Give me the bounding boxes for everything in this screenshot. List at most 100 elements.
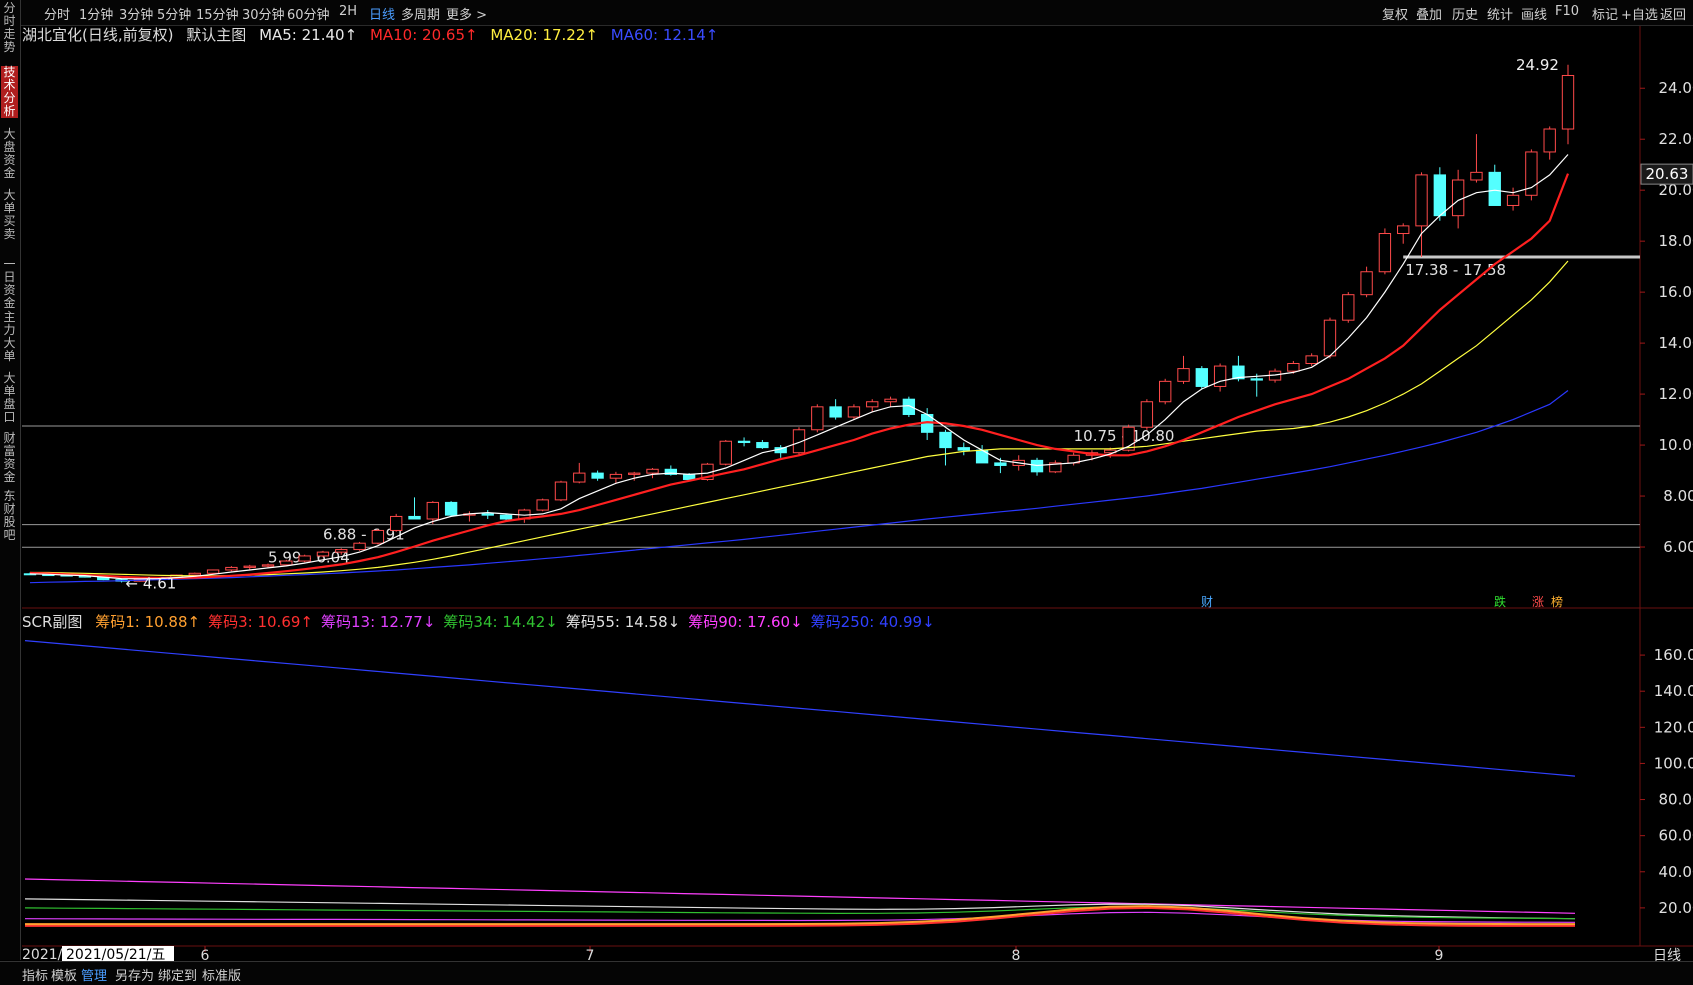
- bottom-menu-0[interactable]: 指标: [22, 965, 48, 984]
- period-tab-2[interactable]: 3分钟: [119, 4, 153, 23]
- candle-body-33: [628, 472, 641, 475]
- side-tab-0[interactable]: 分时走势: [1, 2, 18, 54]
- tool-button-4[interactable]: 画线: [1521, 4, 1547, 23]
- candle-body-40: [756, 442, 769, 449]
- sub-chart-legend: SCR副图 筹码1: 10.88↑ 筹码3: 10.69↑ 筹码13: 12.77↓…: [22, 611, 943, 632]
- stock-name[interactable]: 湖北宜化(日线,前复权): [22, 26, 173, 44]
- low-price-label: ← 4.61: [126, 574, 177, 592]
- candle-body-36: [682, 473, 696, 480]
- candle-body-79: [1470, 171, 1483, 181]
- main-indicator-label[interactable]: 默认主图: [186, 26, 246, 44]
- bottom-menu-5[interactable]: 标准版: [202, 965, 241, 984]
- candle-body-51: [957, 447, 970, 451]
- sub-y-tick-label-5: 120.00: [1654, 718, 1693, 736]
- period-tab-9[interactable]: 多周期: [401, 4, 440, 23]
- side-tab-7[interactable]: 财富资金: [1, 432, 18, 484]
- period-tab-4[interactable]: 15分钟: [196, 4, 239, 23]
- main-plot-bg: [22, 26, 1640, 608]
- candle-body-80: [1488, 171, 1501, 206]
- sub-legend-item-4: 筹码55: 14.58↓: [565, 613, 681, 631]
- period-tab-3[interactable]: 5分钟: [157, 4, 191, 23]
- candle-body-78: [1451, 179, 1465, 217]
- candle-body-43: [811, 406, 824, 431]
- support-label-3: 17.38 - 17.58: [1405, 261, 1506, 279]
- period-tab-7[interactable]: 2H: [339, 4, 357, 19]
- bottom-menu-2[interactable]: 管理: [81, 965, 107, 984]
- candle-body-20: [390, 515, 403, 531]
- candle-body-23: [444, 501, 458, 516]
- side-tab-6[interactable]: 大单盘口: [1, 372, 18, 424]
- tool-button-5[interactable]: F10: [1555, 4, 1579, 19]
- candle-body-17: [335, 549, 348, 553]
- top-toolbar: 分时 1分钟 3分钟 5分钟 15分钟 30分钟 60分钟 2H 日线 多周期 更多 > 复权 叠加 历史…: [0, 0, 1693, 26]
- tool-button-2[interactable]: 历史: [1452, 4, 1478, 23]
- tool-button-3[interactable]: 统计: [1487, 4, 1513, 23]
- bottom-menu-4[interactable]: 绑定到: [158, 965, 197, 984]
- candle-body-64: [1195, 368, 1208, 387]
- tool-button-1[interactable]: 叠加: [1416, 4, 1442, 23]
- event-marker-0: 财: [1201, 595, 1213, 609]
- side-tab-5[interactable]: 主力大单: [1, 311, 18, 363]
- candle-body-83: [1543, 128, 1556, 153]
- candle-body-71: [1323, 319, 1337, 357]
- candle-body-18: [353, 542, 366, 551]
- sub-legend-item-2: 筹码13: 12.77↓: [320, 613, 436, 631]
- chart-canvas[interactable]: 6.00 8.00 10.00 12.00 14.00 16.00 18.00 20.00 22…: [0, 0, 1693, 984]
- sub-line-0: [24, 640, 1576, 777]
- tool-button-6[interactable]: 标记: [1592, 4, 1618, 23]
- side-tab-4[interactable]: 一日资金: [1, 258, 18, 310]
- period-tab-0[interactable]: 分时: [44, 4, 70, 23]
- candle-body-61: [1140, 401, 1154, 428]
- candle-body-34: [646, 468, 659, 474]
- tool-button-0[interactable]: 复权: [1382, 4, 1408, 23]
- ma20-value: MA20: 17.22↑: [490, 26, 598, 44]
- sub-y-tick-label-0: 20.00: [1659, 899, 1693, 917]
- candle-body-32: [609, 473, 623, 479]
- bottom-menu-3[interactable]: 另存为: [115, 965, 154, 984]
- bottom-menu-1[interactable]: 模板: [51, 965, 77, 984]
- tool-button-8[interactable]: 返回: [1660, 4, 1686, 23]
- candle-body-29: [554, 481, 568, 501]
- sub-indicator-label[interactable]: SCR副图: [22, 613, 82, 631]
- bottom-toolbar: 指标 模板 管理 另存为 绑定到 标准版: [0, 961, 1693, 985]
- candle-body-12: [243, 565, 256, 568]
- candle-body-9: [188, 572, 201, 576]
- ma10-value: MA10: 20.65↑: [369, 26, 478, 44]
- sub-y-tick-label-4: 100.00: [1654, 754, 1693, 772]
- side-tabs: 分时走势技术分析大盘资金大单买卖一日资金 主力大单大单盘口财富资金东财股吧: [0, 0, 21, 960]
- side-tab-3[interactable]: 大单买卖: [1, 189, 18, 241]
- y-tick-label-6: 18.00: [1659, 232, 1693, 250]
- period-tab-8[interactable]: 日线: [369, 4, 395, 23]
- period-tab-10[interactable]: 更多 >: [446, 4, 487, 23]
- candle-body-53: [994, 462, 1007, 466]
- high-price-label: 24.92: [1516, 56, 1559, 74]
- sub-legend-item-0: 筹码1: 10.88↑: [95, 613, 201, 631]
- side-tab-2[interactable]: 大盘资金: [1, 128, 18, 180]
- period-tab-5[interactable]: 30分钟: [242, 4, 285, 23]
- candle-body-46: [866, 401, 879, 408]
- candle-body-25: [481, 513, 494, 516]
- side-tab-8[interactable]: 东财股吧: [1, 490, 18, 542]
- candle-body-72: [1342, 294, 1355, 321]
- ma60-value: MA60: 12.14↑: [610, 26, 719, 44]
- event-marker-1: 跌: [1494, 594, 1506, 609]
- side-tab-1[interactable]: 技术分析: [1, 66, 18, 118]
- ma5-value: MA5: 21.40↑: [259, 26, 358, 44]
- y-tick-label-8: 22.00: [1659, 130, 1693, 148]
- y-tick-label-4: 14.00: [1659, 334, 1693, 352]
- event-marker-2: 涨: [1532, 594, 1544, 609]
- candle-body-15: [298, 555, 311, 562]
- sub-legend-item-5: 筹码90: 17.60↓: [688, 613, 803, 631]
- tool-button-7[interactable]: +自选: [1621, 4, 1658, 23]
- candle-body-26: [499, 514, 513, 520]
- sub-y-tick-label-2: 60.00: [1659, 827, 1693, 845]
- period-tab-6[interactable]: 60分钟: [287, 4, 330, 23]
- candle-body-22: [426, 501, 439, 520]
- candle-body-10: [206, 569, 220, 574]
- candle-body-14: [280, 560, 293, 566]
- y-tick-label-0: 6.00: [1663, 538, 1693, 556]
- candle-body-16: [316, 551, 330, 557]
- candle-body-31: [591, 472, 604, 479]
- y-tick-label-5: 16.00: [1659, 283, 1693, 301]
- period-tab-1[interactable]: 1分钟: [79, 4, 113, 23]
